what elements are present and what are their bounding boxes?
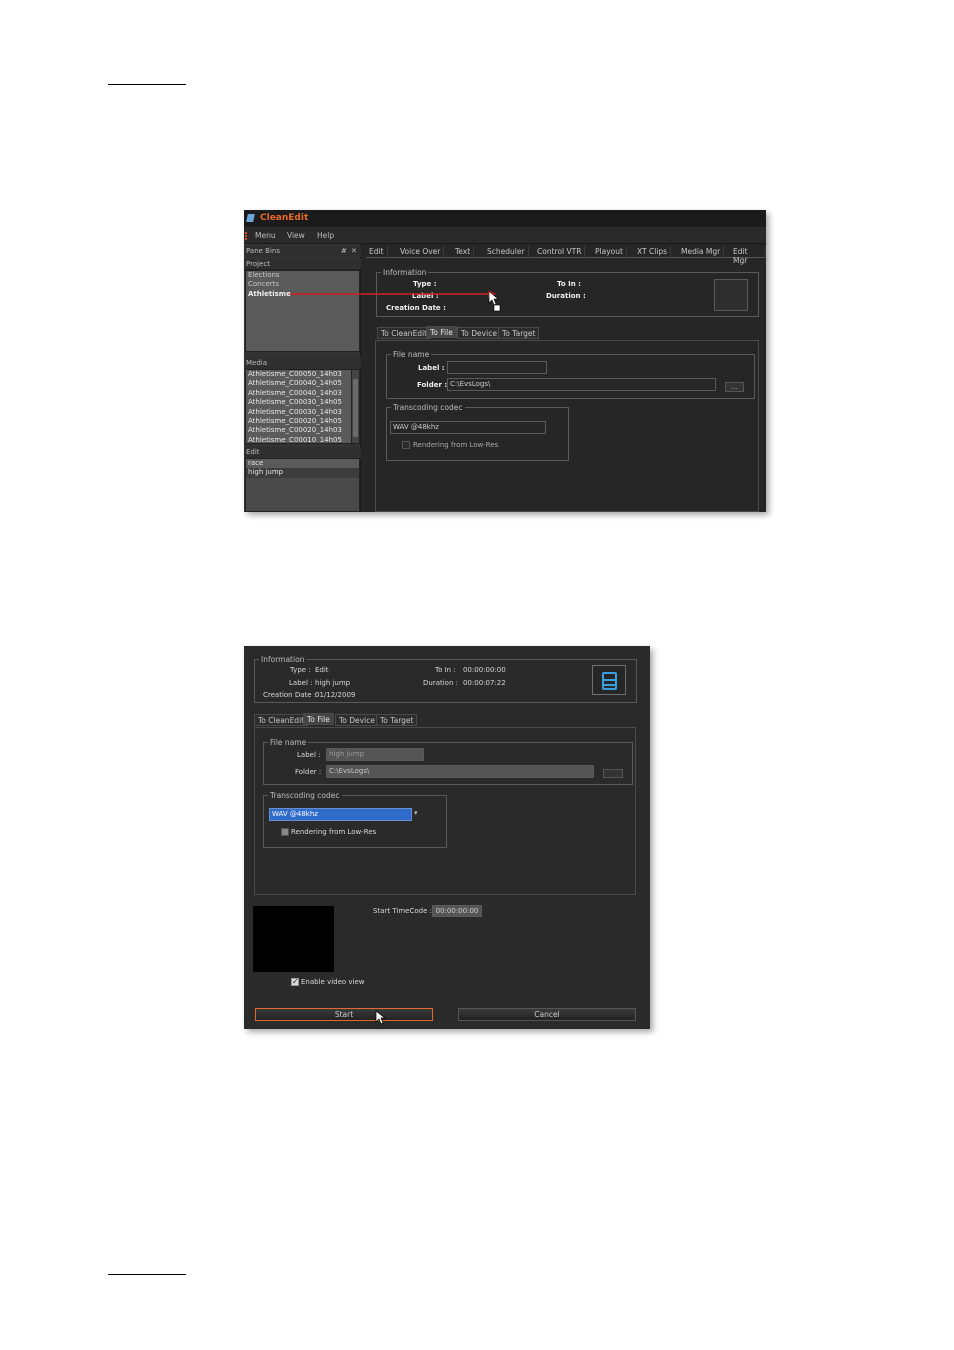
folder-input[interactable]: C:\EvsLogs\	[447, 378, 716, 391]
browse-folder-button[interactable]: ...	[725, 382, 744, 392]
type-label: Type :	[290, 666, 311, 674]
chevron-down-icon[interactable]: ▾	[414, 809, 418, 817]
transcoding-title: Transcoding codec	[268, 791, 342, 800]
cancel-button[interactable]: Cancel	[458, 1008, 636, 1021]
browse-folder-button[interactable]	[603, 769, 623, 778]
rendering-low-res-checkbox[interactable]	[402, 441, 410, 449]
enable-video-checkbox[interactable]	[291, 977, 299, 986]
creation-date-label: Creation Date :	[263, 691, 317, 699]
tab-to-device[interactable]: To Device	[335, 714, 379, 726]
transcoding-group: Transcoding codec WAV @48khz ▾ Rendering…	[263, 791, 447, 848]
to-in-value: 00:00:00:00	[463, 666, 506, 674]
file-label-input[interactable]: high jump	[326, 748, 424, 761]
start-button[interactable]: Start	[255, 1008, 433, 1021]
start-timecode-input[interactable]: 00:00:00:00	[432, 905, 482, 917]
rendering-low-res-label: Rendering from Low-Res	[291, 828, 377, 836]
codec-select[interactable]: WAV @48khz	[269, 808, 412, 821]
to-file-dialog-screenshot: Information Type : Edit Label : high jum…	[244, 646, 650, 1029]
file-label-caption: Label :	[297, 751, 321, 759]
information-title: Information	[259, 655, 307, 664]
file-name-title: File name	[391, 350, 432, 359]
transcoding-title: Transcoding codec	[391, 403, 465, 412]
information-group: Information Type : Edit Label : high jum…	[254, 655, 637, 703]
mouse-cursor-icon	[375, 1010, 387, 1025]
duration-label: Duration :	[423, 679, 458, 687]
label-label: Label :	[289, 679, 313, 687]
type-value: Edit	[315, 666, 329, 674]
folder-caption: Folder :	[417, 381, 448, 389]
file-name-group: File name Label : high jump Folder : C:\…	[263, 738, 633, 785]
edit-type-icon	[592, 665, 626, 695]
codec-select[interactable]: WAV @48khz	[390, 421, 546, 434]
rendering-low-res-checkbox[interactable]	[281, 828, 289, 836]
tab-to-target[interactable]: To Target	[376, 714, 418, 726]
tab-to-cleanedit[interactable]: To CleanEdit	[254, 714, 309, 726]
file-name-title: File name	[268, 738, 309, 747]
footer-rule	[108, 1274, 186, 1275]
duration-value: 00:00:07:22	[463, 679, 506, 687]
rendering-low-res-label: Rendering from Low-Res	[413, 441, 499, 449]
file-label-caption: Label :	[418, 364, 445, 372]
enable-video-label: Enable video view	[301, 978, 365, 986]
video-preview	[253, 906, 334, 972]
file-name-group: File name Label : Folder : C:\EvsLogs\ .…	[386, 350, 755, 399]
tab-to-device[interactable]: To Device	[457, 327, 501, 339]
transcoding-group: Transcoding codec WAV @48khz Rendering f…	[386, 403, 569, 461]
folder-input[interactable]: C:\EvsLogs\	[326, 765, 594, 778]
cleanedit-window-screenshot: CleanEdit Menu View Help Pane Bins # ✕ P…	[244, 210, 766, 512]
tab-to-file[interactable]: To File	[426, 326, 457, 338]
start-timecode-label: Start TimeCode :	[373, 907, 432, 915]
tab-to-target[interactable]: To Target	[498, 327, 540, 339]
label-value: high jump	[315, 679, 351, 687]
creation-date-value: 01/12/2009	[315, 691, 356, 699]
tab-to-file[interactable]: To File	[303, 713, 334, 725]
header-rule	[108, 84, 186, 85]
to-in-label: To In :	[435, 666, 456, 674]
tab-to-cleanedit[interactable]: To CleanEdit	[377, 327, 432, 339]
drag-copy-icon	[493, 304, 501, 312]
file-label-input[interactable]	[447, 361, 547, 374]
folder-caption: Folder :	[295, 768, 322, 776]
